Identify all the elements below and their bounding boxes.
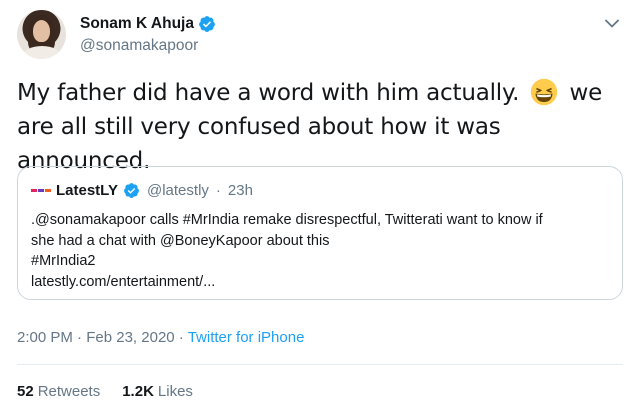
quoted-tweet-body: .@sonamakapoor calls #MrIndia remake dis… bbox=[31, 210, 611, 292]
tweet-stats: 52 Retweets 1.2K Likes bbox=[17, 383, 193, 400]
tweet-text: My father did have a word with him actua… bbox=[17, 76, 627, 178]
likes-stat[interactable]: 1.2K Likes bbox=[122, 383, 193, 400]
grinning-squinting-face-emoji-icon bbox=[531, 78, 558, 106]
chevron-down-icon bbox=[605, 19, 619, 27]
tweet-text-part1: My father did have a word with him actua… bbox=[17, 80, 520, 106]
tweet-source-link[interactable]: Twitter for iPhone bbox=[188, 329, 305, 346]
quoted-author-handle: @latestly bbox=[146, 182, 209, 199]
likes-count: 1.2K bbox=[122, 383, 154, 400]
quoted-body-line: .@sonamakapoor calls #MrIndia remake dis… bbox=[31, 212, 543, 228]
retweets-label: Retweets bbox=[37, 383, 101, 400]
avatar-shoulder bbox=[23, 46, 61, 59]
divider bbox=[17, 364, 623, 365]
tweet-meta: 2:00 PM · Feb 23, 2020 · Twitter for iPh… bbox=[17, 329, 304, 346]
tweet-date[interactable]: Feb 23, 2020 bbox=[86, 329, 174, 346]
quoted-hashtag: #MrIndia2 bbox=[31, 253, 96, 269]
latestly-logo-icon bbox=[31, 188, 51, 192]
likes-label: Likes bbox=[157, 383, 193, 400]
more-options-button[interactable] bbox=[602, 15, 622, 31]
quoted-separator: · bbox=[215, 182, 221, 199]
quoted-tweet-card[interactable]: LatestLY @latestly · 23h .@sonamakapoor … bbox=[17, 166, 623, 300]
author-name-row[interactable]: Sonam K Ahuja bbox=[80, 15, 216, 33]
verified-badge-icon bbox=[199, 16, 215, 32]
tweet-time[interactable]: 2:00 PM bbox=[17, 329, 73, 346]
avatar[interactable] bbox=[17, 10, 66, 59]
retweets-stat[interactable]: 52 Retweets bbox=[17, 383, 100, 400]
avatar-face bbox=[33, 20, 50, 42]
author-handle[interactable]: @sonamakapoor bbox=[80, 37, 198, 55]
retweets-count: 52 bbox=[17, 383, 34, 400]
author-display-name[interactable]: Sonam K Ahuja bbox=[80, 15, 194, 33]
quoted-tweet-header: LatestLY @latestly · 23h bbox=[31, 182, 253, 199]
quoted-author-name: LatestLY bbox=[56, 182, 118, 199]
quoted-verified-badge-icon bbox=[124, 183, 139, 198]
quoted-link: latestly.com/entertainment/... bbox=[31, 273, 216, 290]
quoted-time: 23h bbox=[227, 182, 253, 199]
meta-separator: · bbox=[77, 329, 83, 346]
meta-separator: · bbox=[178, 329, 184, 346]
quoted-body-line: she had a chat with @BoneyKapoor about t… bbox=[31, 232, 330, 249]
tweet-card: Sonam K Ahuja @sonamakapoor My father di… bbox=[0, 0, 640, 418]
